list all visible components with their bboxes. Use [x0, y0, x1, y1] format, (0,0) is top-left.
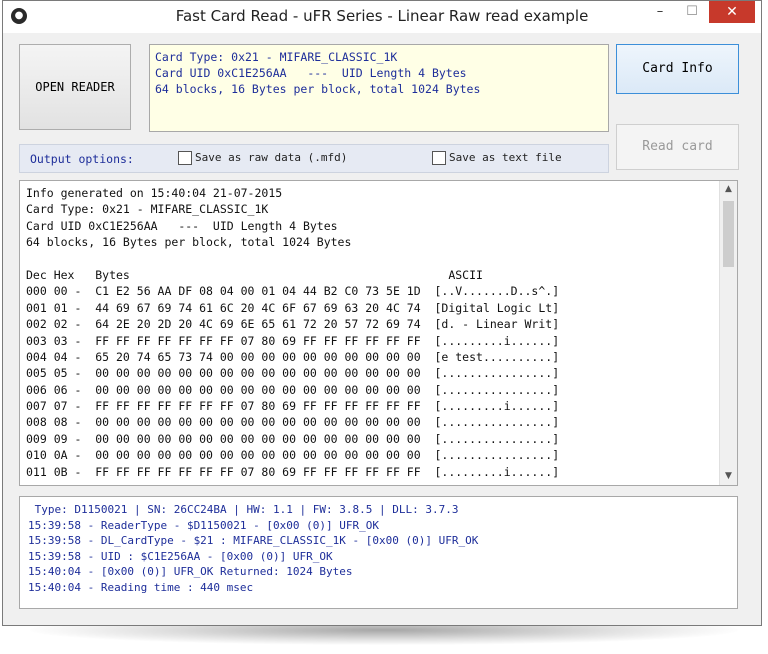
app-window: ● Fast Card Read - uFR Series - Linear R…	[2, 0, 762, 626]
card-info-line: Card UID 0xC1E256AA --- UID Length 4 Byt…	[155, 66, 467, 80]
output-data-row: 005 05 - 00 00 00 00 00 00 00 00 00 00 0…	[26, 366, 560, 381]
output-line: Card UID 0xC1E256AA --- UID Length 4 Byt…	[26, 218, 338, 233]
output-data-row: 010 0A - 00 00 00 00 00 00 00 00 00 00 0…	[26, 448, 560, 463]
output-data-row: 000 00 - C1 E2 56 AA DF 08 04 00 01 04 4…	[26, 284, 560, 299]
output-options-label: Output options:	[30, 152, 134, 166]
read-card-button[interactable]: Read card	[616, 124, 739, 170]
output-line: 64 blocks, 16 Bytes per block, total 102…	[26, 235, 352, 250]
output-data-row: 009 09 - 00 00 00 00 00 00 00 00 00 00 0…	[26, 431, 560, 446]
log-line: 15:39:58 - UID : $C1E256AA - [0x00 (0)] …	[28, 549, 333, 563]
output-data-row: 003 03 - FF FF FF FF FF FF FF 07 80 69 F…	[26, 333, 560, 348]
card-info-line: 64 blocks, 16 Bytes per block, total 102…	[155, 82, 481, 96]
log-line: 15:40:04 - [0x00 (0)] UFR_OK Returned: 1…	[28, 565, 353, 579]
save-text-label[interactable]: Save as text file	[449, 151, 562, 164]
title-bar[interactable]: ● Fast Card Read - uFR Series - Linear R…	[3, 1, 761, 33]
card-info-line: Card Type: 0x21 - MIFARE_CLASSIC_1K	[155, 50, 398, 64]
output-content: Info generated on 15:40:04 21-07-2015 Ca…	[26, 185, 559, 480]
log-line: 15:39:58 - ReaderType - $D1150021 - [0x0…	[28, 518, 379, 532]
output-data-row: 006 06 - 00 00 00 00 00 00 00 00 00 00 0…	[26, 382, 560, 397]
card-info-display: Card Type: 0x21 - MIFARE_CLASSIC_1K Card…	[149, 44, 609, 132]
log-line: 15:40:04 - Reading time : 440 msec	[28, 580, 254, 594]
output-data-row: 008 08 - 00 00 00 00 00 00 00 00 00 00 0…	[26, 415, 560, 430]
scroll-down-icon[interactable]: ▼	[720, 468, 737, 485]
log-content: Type: D1150021 | SN: 26CC24BA | HW: 1.1 …	[28, 502, 478, 596]
output-data-row: 011 0B - FF FF FF FF FF FF FF 07 80 69 F…	[26, 464, 560, 479]
scroll-up-icon[interactable]: ▲	[720, 181, 737, 198]
output-data-row: 004 04 - 65 20 74 65 73 74 00 00 00 00 0…	[26, 349, 560, 364]
output-data-row: 007 07 - FF FF FF FF FF FF FF 07 80 69 F…	[26, 399, 560, 414]
minimize-icon[interactable]: –	[647, 1, 673, 23]
output-options-panel: Output options: Save as raw data (.mfd) …	[19, 144, 609, 173]
log-line: 15:39:58 - DL_CardType - $21 : MIFARE_CL…	[28, 534, 479, 548]
log-line: Type: D1150021 | SN: 26CC24BA | HW: 1.1 …	[28, 503, 459, 516]
card-info-button[interactable]: Card Info	[616, 44, 739, 94]
output-textarea[interactable]: Info generated on 15:40:04 21-07-2015 Ca…	[19, 180, 738, 486]
output-line: Info generated on 15:40:04 21-07-2015	[26, 186, 283, 200]
save-raw-checkbox[interactable]	[178, 151, 192, 165]
maximize-icon[interactable]: ☐	[679, 1, 705, 23]
open-reader-button[interactable]: OPEN READER	[19, 44, 131, 130]
output-data-row: 002 02 - 64 2E 20 2D 20 4C 69 6E 65 61 7…	[26, 317, 560, 332]
scrollbar-thumb[interactable]	[723, 201, 734, 267]
save-text-checkbox[interactable]	[432, 151, 446, 165]
close-icon[interactable]: ✕	[709, 1, 755, 23]
output-data-row: 001 01 - 44 69 67 69 74 61 6C 20 4C 6F 6…	[26, 300, 560, 315]
save-raw-label[interactable]: Save as raw data (.mfd)	[195, 151, 347, 164]
status-log[interactable]: Type: D1150021 | SN: 26CC24BA | HW: 1.1 …	[19, 496, 738, 609]
output-header-row: Dec Hex Bytes ASCII	[26, 267, 483, 282]
output-line: Card Type: 0x21 - MIFARE_CLASSIC_1K	[26, 202, 269, 217]
output-scrollbar[interactable]: ▲ ▼	[719, 181, 737, 485]
